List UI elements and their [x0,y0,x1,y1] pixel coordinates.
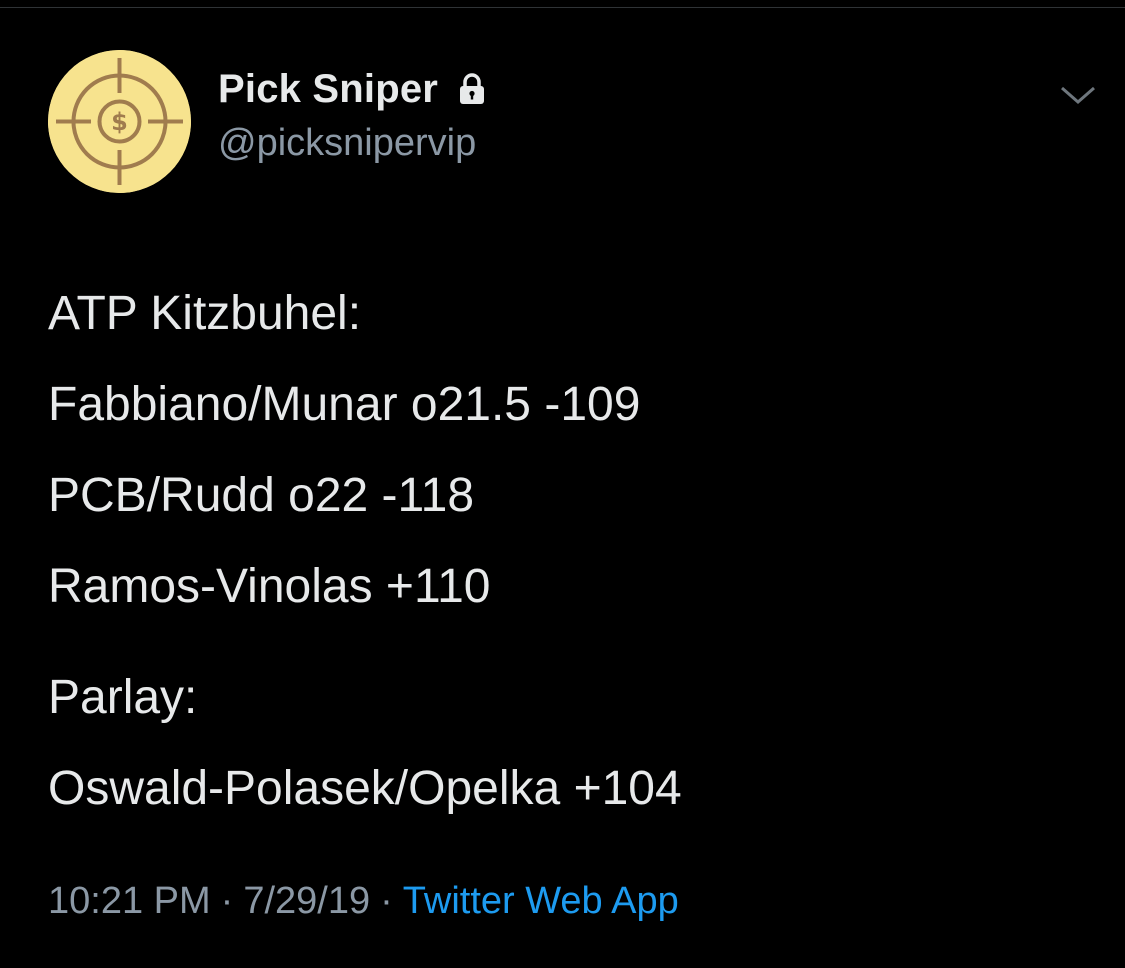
tweet-line: Fabbiano/Munar o21.5 -109 [48,378,641,431]
account-names: Pick Sniper @picksnipervip [218,64,490,165]
tweet-line: PCB/Rudd o22 -118 [48,469,475,522]
tweet-header: $ Pick Sniper @picksnipervip [48,50,1098,200]
tweet-line: ATP Kitzbuhel: [48,287,362,340]
tweet-text: ATP Kitzbuhel: Fabbiano/Munar o21.5 -109… [48,268,1088,834]
tweet-line: Oswald-Polasek/Opelka +104 [48,762,682,815]
tweet-line: Parlay: [48,671,198,724]
account-handle[interactable]: @picksnipervip [218,122,490,165]
avatar[interactable]: $ [48,50,191,193]
top-divider [0,0,1125,8]
display-name[interactable]: Pick Sniper [218,67,438,112]
tweet-source-link[interactable]: Twitter Web App [403,880,679,922]
svg-text:$: $ [111,108,128,136]
tweet-date[interactable]: 7/29/19 [243,880,370,922]
lock-icon [454,71,490,107]
tweet-line: Ramos-Vinolas +110 [48,560,491,613]
tweet-time[interactable]: 10:21 PM [48,880,211,922]
tweet-metadata: 10:21 PM · 7/29/19 · Twitter Web App [48,880,679,923]
target-dollar-icon: $ [48,50,191,193]
display-name-row: Pick Sniper [218,64,490,114]
chevron-down-icon[interactable] [1058,82,1098,108]
meta-separator: · [220,880,234,922]
meta-separator: · [380,880,393,922]
